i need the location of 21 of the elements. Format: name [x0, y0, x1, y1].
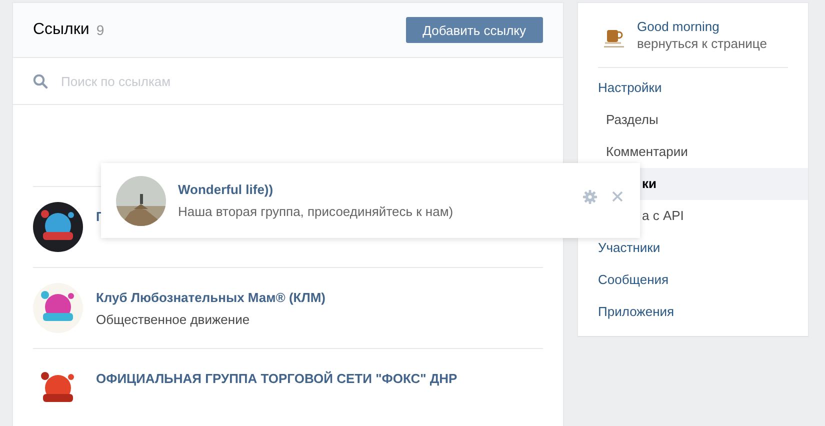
panel-title: Ссылки — [33, 21, 90, 39]
link-count: 9 — [96, 22, 104, 38]
close-icon[interactable] — [612, 191, 623, 202]
link-description: Наша вторая группа, присоединяйтесь к нам) — [178, 204, 454, 219]
group-link[interactable]: Wonderful life)) — [178, 182, 274, 197]
group-link[interactable]: ОФИЦИАЛЬНАЯ ГРУППА ТОРГОВОЙ СЕТИ "ФОКС" ДНР — [96, 371, 458, 386]
submenu-item[interactable]: а с API — [640, 200, 808, 232]
search-icon — [33, 74, 48, 88]
link-description: Общественное движение — [96, 312, 251, 327]
menu-item[interactable]: Настройки — [578, 72, 808, 104]
submenu-item[interactable]: ки — [640, 168, 808, 200]
settings-icon[interactable] — [583, 190, 597, 204]
add-link-button[interactable]: Добавить ссылку — [406, 17, 543, 43]
menu-item[interactable]: Сообщения — [578, 264, 808, 296]
menu-item[interactable]: Приложения — [578, 296, 808, 328]
search-field[interactable]: Поиск по ссылкам — [61, 74, 461, 88]
group-link[interactable]: Клуб Любознательных Мам® (КЛМ) — [96, 290, 326, 305]
dragged-link-card[interactable]: Wonderful life)) Наша вторая группа, присоединяйтесь к нам) — [101, 163, 640, 238]
back-to-page-link[interactable]: вернуться к странице — [637, 36, 767, 51]
group-name[interactable]: Good morning — [637, 19, 720, 34]
submenu-item[interactable]: Разделы — [578, 104, 808, 136]
